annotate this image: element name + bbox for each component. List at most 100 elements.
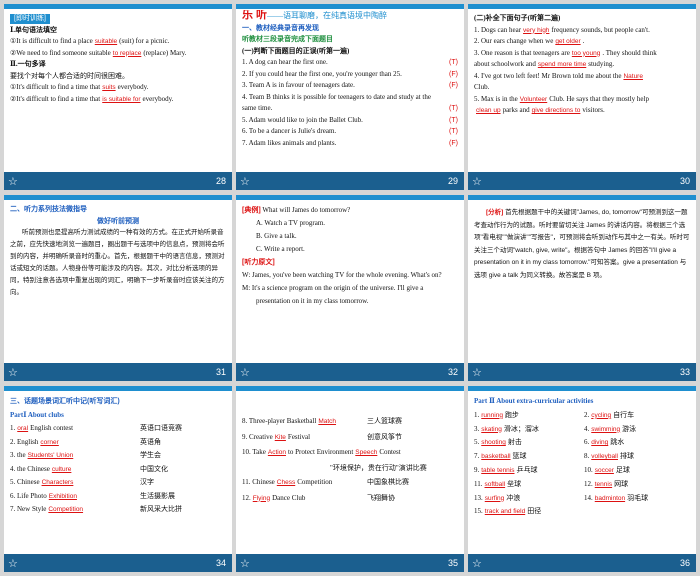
section-subtitle: ——语耳聊磨，在纯真语境中陶醉 [267,11,388,20]
star-icon[interactable]: ☆ [8,175,18,188]
vocab-row: 12. Flying Dance Club 飞翔舞协 [242,493,395,502]
page-number: 29 [447,176,458,186]
tf-item: 5. Adam would like to join the Ballet Cl… [242,115,458,127]
tip-paragraph: 听前预测也是提高听力测试成绩的一种有效的方式。在正式开始听录音之前，应先快速地浏… [10,229,225,296]
section-heading: Ⅱ.一句多译 [10,60,46,68]
tf-item: 1. A dog can hear the first one. (T) [242,57,458,69]
practice-tag: [即时训练] [10,14,50,24]
vocab-row: 5. shooting 射击 6. diving 跳水 [474,438,625,447]
slide-body: 乐 听——语耳聊磨，在纯真语境中陶醉 一、教材经典录音再发现 听教材三段录音完成… [242,10,458,149]
answer-blank: Students' Union [27,452,74,459]
tf-answer: (T) [449,128,458,135]
slide-36[interactable]: Part Ⅱ About extra-curricular activities… [468,386,696,572]
answer-blank: Characters [41,479,74,486]
page-number: 36 [679,558,690,568]
star-icon[interactable]: ☆ [240,175,250,188]
exercise-line: ②We need to find someone suitable to repl… [10,48,187,57]
vocab-row: 7. basketball 篮球 8. volleyball 排球 [474,452,634,461]
analysis-tag: [分析] [486,209,504,216]
section-heading: Ⅰ.单句语法填空 [10,25,58,34]
slide-footer: ☆ 31 [4,363,232,381]
slide-body: [分析] 首先根据题干中的关键词"James, do, tomorrow"可预测… [474,207,690,282]
tf-item: 2. If you could hear the first one, you'… [242,69,458,81]
slide-topbar [4,386,232,391]
vocab-row: 2. English corner 英语角 [10,437,161,446]
task-heading: (一)判断下面题目的正误(听第一遍) [242,46,350,55]
answer-blank: clean up [476,107,501,114]
slide-30[interactable]: (二)补全下面句子(听第二遍) 1. Dogs can hear very hig… [468,4,696,190]
slide-34[interactable]: 三、话题场景词汇听中记(听写词汇) PartⅠ About clubs 1. or… [4,386,232,572]
slide-topbar [236,195,464,200]
option-c: C. Write a report. [256,245,305,253]
vocab-row: 9. table tennis 乒乓球 10. soccer 足球 [474,465,630,474]
answer-blank: Nature [623,72,643,80]
vocab-row: 11. softball 垒球 12. tennis 网球 [474,479,629,488]
star-icon[interactable]: ☆ [8,366,18,379]
vocab-row: 5. Chinese Characters 汉字 [10,478,154,486]
slide-footer: ☆ 29 [236,172,464,190]
example-tag: [典例] [242,207,261,214]
tf-answer: (T) [449,105,458,112]
vocab-row: 6. Life Photo Exhibition 生活摄影展 [10,491,175,500]
star-icon[interactable]: ☆ [472,366,482,379]
slide-28[interactable]: [即时训练] Ⅰ.单句语法填空 ①It is difficult to find… [4,4,232,190]
page-number: 28 [215,176,226,186]
slide-33[interactable]: [分析] 首先根据题干中的关键词"James, do, tomorrow"可预测… [468,195,696,381]
slide-body: (二)补全下面句子(听第二遍) 1. Dogs can hear very hig… [474,13,690,117]
slide-31[interactable]: 二、听力系列技法微指导 做好听前预测 听前预测也是提高听力测试成绩的一种有效的方… [4,195,232,381]
answer-blank: to replace [112,49,142,57]
slide-footer: ☆ 35 [236,554,464,572]
page-number: 31 [215,367,226,377]
fill-line: 1. Dogs can hear very high frequency sound… [474,25,650,34]
star-icon[interactable]: ☆ [240,366,250,379]
page-number: 33 [679,367,690,377]
fill-line: about schoolwork and spend more time study… [474,60,615,68]
star-icon[interactable]: ☆ [472,175,482,188]
analysis-paragraph: [分析] 首先根据题干中的关键词"James, do, tomorrow"可预测… [474,209,690,279]
answer-blank: corner [40,438,59,446]
answer-blank: Competition [48,506,84,513]
vocab-row: 3. the Students' Union 学生会 [10,451,161,459]
vocab-row: 9. Creative Kite Festival 创意风筝节 [242,432,402,441]
page-number: 34 [215,558,226,568]
section-heading: 一、教材经典录音再发现 [242,24,319,32]
vocab-row: 11. Chinese Chess Competition 中国象棋比赛 [242,478,409,486]
vocab-row: 3. skating 滑冰；溜冰 4. swimming 游泳 [474,424,637,433]
tf-answer: (F) [449,139,458,147]
tf-answer: (F) [449,70,458,78]
fill-line: 2. Our ears change when we get older. [474,37,585,45]
slide-topbar [4,195,232,200]
script-line: M: It's a science program on the origin … [242,284,424,305]
option-b: B. Give a talk. [256,232,297,240]
exercise-line: ①It is difficult to find a place suitable… [10,37,170,45]
vocab-row: 1. oral English contest 英语口语竞赛 [10,424,182,432]
slide-29[interactable]: 乐 听——语耳聊磨，在纯真语境中陶醉 一、教材经典录音再发现 听教材三段录音完成… [236,4,464,190]
tf-answer: (F) [449,82,458,89]
slide-32[interactable]: [典例] What will James do tomorrow? A. Wat… [236,195,464,381]
star-icon[interactable]: ☆ [472,557,482,570]
star-icon[interactable]: ☆ [240,557,250,570]
answer-blank: Flying [252,494,271,502]
slide-topbar [468,195,696,200]
slide-body: 三、话题场景词汇听中记(听写词汇) PartⅠ About clubs 1. or… [10,395,226,517]
part-heading: PartⅠ About clubs [10,410,64,419]
slide-footer: ☆ 34 [4,554,232,572]
tf-answer: (T) [449,59,458,66]
slide-body: 8. Three-player Basketball Match 三人篮球赛 9. … [242,414,458,506]
vocab-row: 13. surfing 冲浪 14. badminton 羽毛球 [474,493,649,502]
vocab-row: 10. Take Action to Protect Environment Spee… [242,448,401,456]
script-tag: [听力原文] [242,259,275,266]
task-heading: (二)补全下面句子(听第二遍) [474,14,561,22]
page-number: 35 [447,558,458,568]
tf-item: 3. Team A is in favour of teenagers date… [242,80,458,92]
answer-blank: suits [102,84,116,91]
exercise-line: ①It's difficult to find a time that suits… [10,83,149,91]
slide-35[interactable]: 8. Three-player Basketball Match 三人篮球赛 9. … [236,386,464,572]
answer-blank: Volunteer [519,95,548,103]
slide-footer: ☆ 32 [236,363,464,381]
vocab-row: 4. the Chinese culture 中国文化 [10,464,168,473]
section-heading: 三、话题场景词汇听中记(听写词汇) [10,398,120,405]
star-icon[interactable]: ☆ [8,557,18,570]
part-heading: Part Ⅱ About extra-curricular activities [474,397,594,405]
slide-footer: ☆ 36 [468,554,696,572]
